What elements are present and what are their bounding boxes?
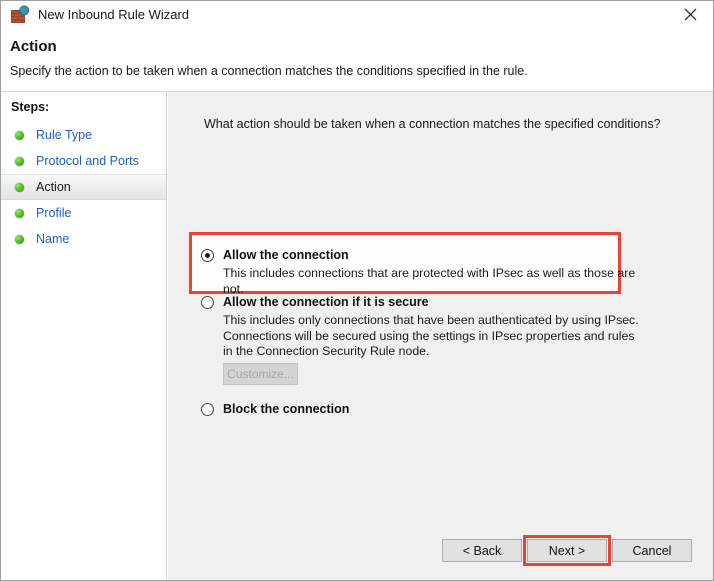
steps-heading: Steps:: [11, 100, 50, 114]
sidebar-item-protocol-and-ports[interactable]: Protocol and Ports: [1, 148, 166, 174]
radio-allow-the-connection[interactable]: [201, 249, 214, 262]
option-title: Allow the connection: [223, 248, 349, 262]
title-bar: New Inbound Rule Wizard: [1, 1, 713, 28]
close-icon[interactable]: [668, 1, 713, 28]
window-title: New Inbound Rule Wizard: [38, 6, 190, 22]
back-button[interactable]: < Back: [442, 539, 522, 562]
radio-option-block-the-connection[interactable]: Block the connection: [201, 402, 349, 416]
radio-block-the-connection[interactable]: [201, 403, 214, 416]
option-title: Allow the connection if it is secure: [223, 295, 429, 309]
option-description: This includes connections that are prote…: [223, 266, 636, 296]
page-subtitle: Specify the action to be taken when a co…: [10, 64, 528, 78]
sidebar-item-label: Action: [36, 180, 71, 194]
sidebar-item-name[interactable]: Name: [1, 226, 166, 252]
sidebar-item-rule-type[interactable]: Rule Type: [1, 122, 166, 148]
main-content: What action should be taken when a conne…: [168, 91, 713, 580]
firewall-rule-icon: [10, 4, 30, 25]
next-button[interactable]: Next >: [527, 539, 607, 562]
step-bullet-icon: [15, 182, 24, 192]
radio-allow-the-connection-if-it-is-secure[interactable]: [201, 296, 214, 309]
wizard-window: New Inbound Rule Wizard Action Specify t…: [0, 0, 714, 581]
option-description: This includes only connections that have…: [223, 313, 639, 358]
page-title: Action: [10, 38, 57, 55]
step-bullet-icon: [15, 208, 24, 218]
option-title: Block the connection: [223, 402, 350, 416]
step-bullet-icon: [15, 234, 24, 244]
sidebar-item-label: Name: [36, 232, 70, 246]
sidebar-item-label: Profile: [36, 206, 72, 220]
sidebar-item-action[interactable]: Action: [1, 174, 166, 200]
sidebar-item-label: Protocol and Ports: [36, 154, 139, 168]
page-header: Action Specify the action to be taken wh…: [1, 28, 713, 91]
cancel-button[interactable]: Cancel: [612, 539, 692, 562]
step-bullet-icon: [15, 130, 24, 140]
steps-sidebar: Steps: Rule Type Protocol and Ports Acti…: [1, 91, 167, 580]
sidebar-item-profile[interactable]: Profile: [1, 200, 166, 226]
step-bullet-icon: [15, 156, 24, 166]
radio-option-allow-if-secure[interactable]: Allow the connection if it is secure Thi…: [201, 295, 643, 360]
question-text: What action should be taken when a conne…: [204, 117, 661, 131]
radio-option-allow-the-connection[interactable]: Allow the connection This includes conne…: [201, 248, 643, 297]
customize-button: Customize...: [223, 363, 298, 385]
sidebar-item-label: Rule Type: [36, 128, 93, 142]
steps-list: Rule Type Protocol and Ports Action Prof…: [1, 122, 166, 252]
